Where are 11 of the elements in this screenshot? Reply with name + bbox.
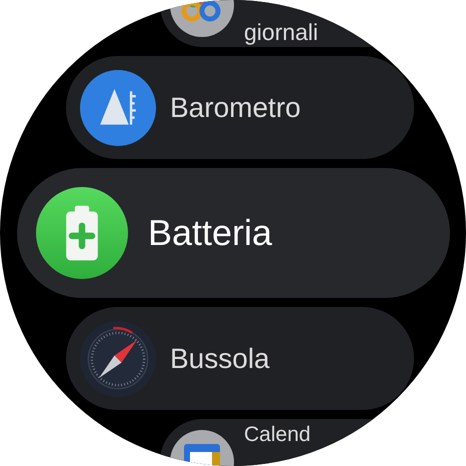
focused-app-item[interactable]: Batteria bbox=[17, 168, 450, 298]
app-item[interactable]: Bussola bbox=[66, 307, 414, 410]
barometer-icon bbox=[80, 70, 156, 146]
battery-icon bbox=[36, 187, 128, 279]
app-label: Batteria bbox=[148, 212, 272, 254]
app-label: Bussola bbox=[170, 342, 270, 374]
compass-icon bbox=[80, 320, 156, 396]
app-item[interactable]: Barometro bbox=[66, 56, 414, 159]
app-label: Barometro bbox=[170, 92, 301, 124]
app-label: giornali bbox=[244, 21, 318, 44]
app-label: Calend bbox=[244, 424, 311, 445]
